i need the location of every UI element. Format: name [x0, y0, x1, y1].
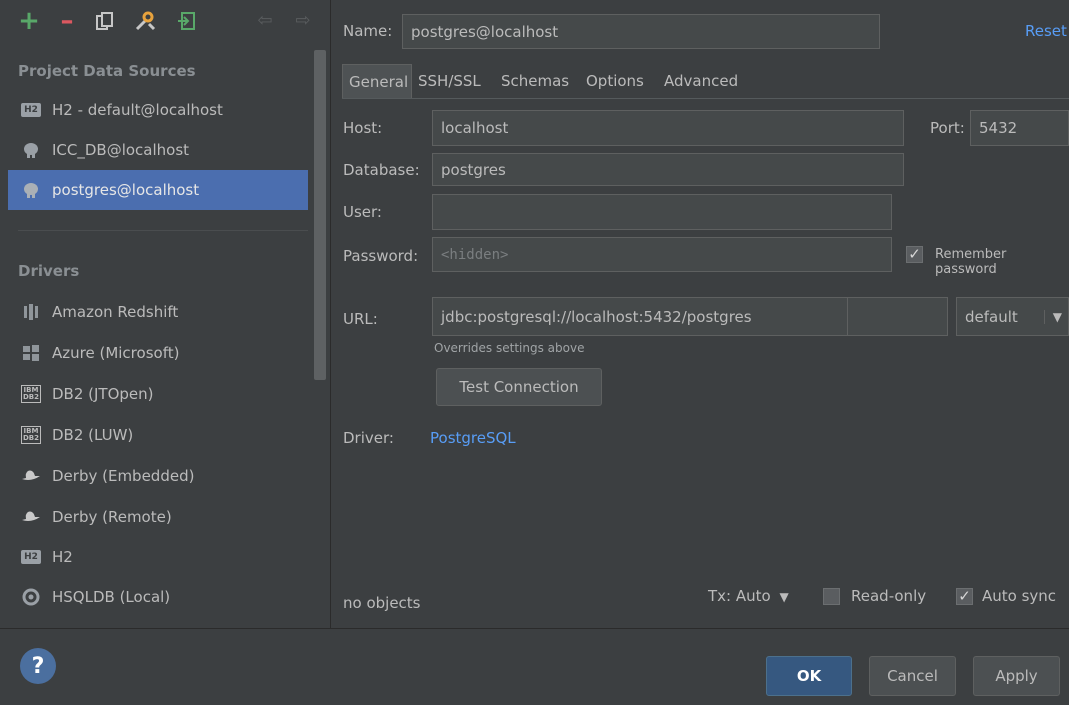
project-data-sources-title: Project Data Sources: [18, 62, 196, 80]
ibm-db2-icon: IBM DB2: [20, 424, 42, 446]
driver-label: Derby (Remote): [52, 508, 172, 526]
data-source-label: ICC_DB@localhost: [52, 141, 190, 159]
password-input[interactable]: <hidden>: [432, 237, 892, 272]
test-connection-label: Test Connection: [459, 378, 579, 396]
ibm-db2-badge: IBM DB2: [20, 385, 42, 403]
driver-label: H2: [52, 548, 73, 566]
user-input[interactable]: [432, 194, 892, 230]
ok-label: OK: [796, 667, 822, 685]
url-hint: Overrides settings above: [434, 341, 585, 355]
driver-item-derby-embedded[interactable]: Derby (Embedded): [8, 456, 308, 496]
driver-item-db2-jtopen[interactable]: IBM DB2 DB2 (JTOpen): [8, 374, 308, 414]
import-icon[interactable]: [176, 10, 198, 32]
derby-hat-icon: [20, 465, 42, 487]
tx-mode-dropdown[interactable]: Tx: Auto ▼: [708, 587, 789, 605]
driver-label: Derby (Embedded): [52, 467, 195, 485]
h2-badge: H2: [21, 550, 41, 564]
chevron-down-icon: ▼: [779, 590, 789, 604]
driver-label: HSQLDB (Local): [52, 588, 171, 606]
data-source-item-icc-db[interactable]: ICC_DB@localhost: [8, 130, 308, 170]
add-icon[interactable]: +: [18, 8, 40, 34]
driver-item-db2-luw[interactable]: IBM DB2 DB2 (LUW): [8, 415, 308, 455]
database-input[interactable]: postgres: [432, 153, 904, 186]
host-input[interactable]: localhost: [432, 110, 904, 146]
test-connection-button[interactable]: Test Connection: [436, 368, 602, 406]
driver-label: DB2 (LUW): [52, 426, 134, 444]
ok-button[interactable]: OK: [766, 656, 852, 696]
remember-password-label[interactable]: Remember password: [935, 247, 1069, 277]
apply-label: Apply: [995, 667, 1038, 685]
remove-icon[interactable]: –: [56, 8, 78, 34]
data-sources-panel: + – ⇦ ⇨ Project Data Sources H2 H2 - def…: [0, 0, 331, 628]
h2-icon: H2: [20, 546, 42, 568]
back-icon[interactable]: ⇦: [254, 10, 276, 32]
url-mode-value: default: [965, 307, 1018, 326]
driver-item-h2[interactable]: H2 H2: [8, 537, 308, 577]
url-label: URL:: [343, 310, 378, 328]
ibm-db2-icon: IBM DB2: [20, 383, 42, 405]
tab-advanced[interactable]: Advanced: [658, 64, 744, 98]
ibm-db2-badge: IBM DB2: [20, 426, 42, 444]
data-source-label: H2 - default@localhost: [52, 101, 223, 119]
url-input[interactable]: jdbc:postgresql://localhost:5432/postgre…: [432, 297, 948, 336]
sources-scrollbar[interactable]: [314, 50, 326, 380]
section-divider: [18, 230, 308, 231]
tab-general[interactable]: General: [342, 64, 412, 98]
chevron-down-icon: ▼: [1043, 309, 1062, 324]
tx-mode-label: Tx: Auto: [708, 587, 771, 605]
data-source-label: postgres@localhost: [52, 181, 200, 199]
url-value: jdbc:postgresql://localhost:5432/postgre…: [441, 307, 752, 326]
objects-status: no objects: [343, 594, 421, 612]
tab-schemas[interactable]: Schemas: [495, 64, 575, 98]
driver-item-azure[interactable]: Azure (Microsoft): [8, 333, 308, 373]
port-label: Port:: [930, 119, 965, 137]
cancel-button[interactable]: Cancel: [869, 656, 956, 696]
driver-item-derby-remote[interactable]: Derby (Remote): [8, 497, 308, 537]
url-mode-select[interactable]: default ▼: [956, 297, 1069, 336]
auto-sync-label[interactable]: Auto sync: [982, 587, 1056, 605]
name-label: Name:: [343, 22, 393, 40]
driver-link[interactable]: PostgreSQL: [430, 429, 516, 447]
name-input[interactable]: postgres@localhost: [402, 14, 880, 49]
redshift-icon: [20, 301, 42, 323]
driver-label: Driver:: [343, 429, 394, 447]
cancel-label: Cancel: [887, 667, 938, 685]
reset-link[interactable]: Reset: [1025, 22, 1067, 40]
derby-hat-icon: [20, 506, 42, 528]
driver-item-hsqldb-local[interactable]: HSQLDB (Local): [8, 577, 308, 617]
forward-icon[interactable]: ⇨: [292, 10, 314, 32]
hsqldb-icon: [20, 586, 42, 608]
user-label: User:: [343, 203, 382, 221]
driver-label: DB2 (JTOpen): [52, 385, 154, 403]
password-label: Password:: [343, 247, 419, 265]
url-field-divider: [847, 298, 848, 335]
help-button[interactable]: ?: [20, 648, 56, 684]
apply-button[interactable]: Apply: [973, 656, 1060, 696]
remember-password-checkbox[interactable]: ✓: [906, 246, 923, 263]
azure-windows-icon: [20, 342, 42, 364]
host-label: Host:: [343, 119, 383, 137]
port-input[interactable]: 5432: [970, 110, 1069, 146]
tab-underline: [342, 98, 1069, 99]
read-only-label[interactable]: Read-only: [851, 587, 926, 605]
postgres-elephant-icon: [20, 139, 42, 161]
edit-properties-icon[interactable]: [134, 10, 156, 32]
h2-icon: H2: [20, 99, 42, 121]
read-only-checkbox[interactable]: [823, 588, 840, 605]
data-source-item-postgres[interactable]: postgres@localhost: [8, 170, 308, 210]
tab-options[interactable]: Options: [580, 64, 650, 98]
duplicate-icon[interactable]: [94, 10, 116, 32]
drivers-title: Drivers: [18, 262, 80, 280]
database-label: Database:: [343, 161, 420, 179]
postgres-elephant-icon: [20, 179, 42, 201]
driver-item-amazon-redshift[interactable]: Amazon Redshift: [8, 292, 308, 332]
h2-badge: H2: [21, 103, 41, 117]
data-sources-toolbar: + – ⇦ ⇨: [0, 0, 330, 44]
data-source-item-h2[interactable]: H2 H2 - default@localhost: [8, 90, 308, 130]
driver-label: Amazon Redshift: [52, 303, 179, 321]
driver-label: Azure (Microsoft): [52, 344, 180, 362]
auto-sync-checkbox[interactable]: ✓: [956, 588, 973, 605]
tab-ssh-ssl[interactable]: SSH/SSL: [412, 64, 487, 98]
